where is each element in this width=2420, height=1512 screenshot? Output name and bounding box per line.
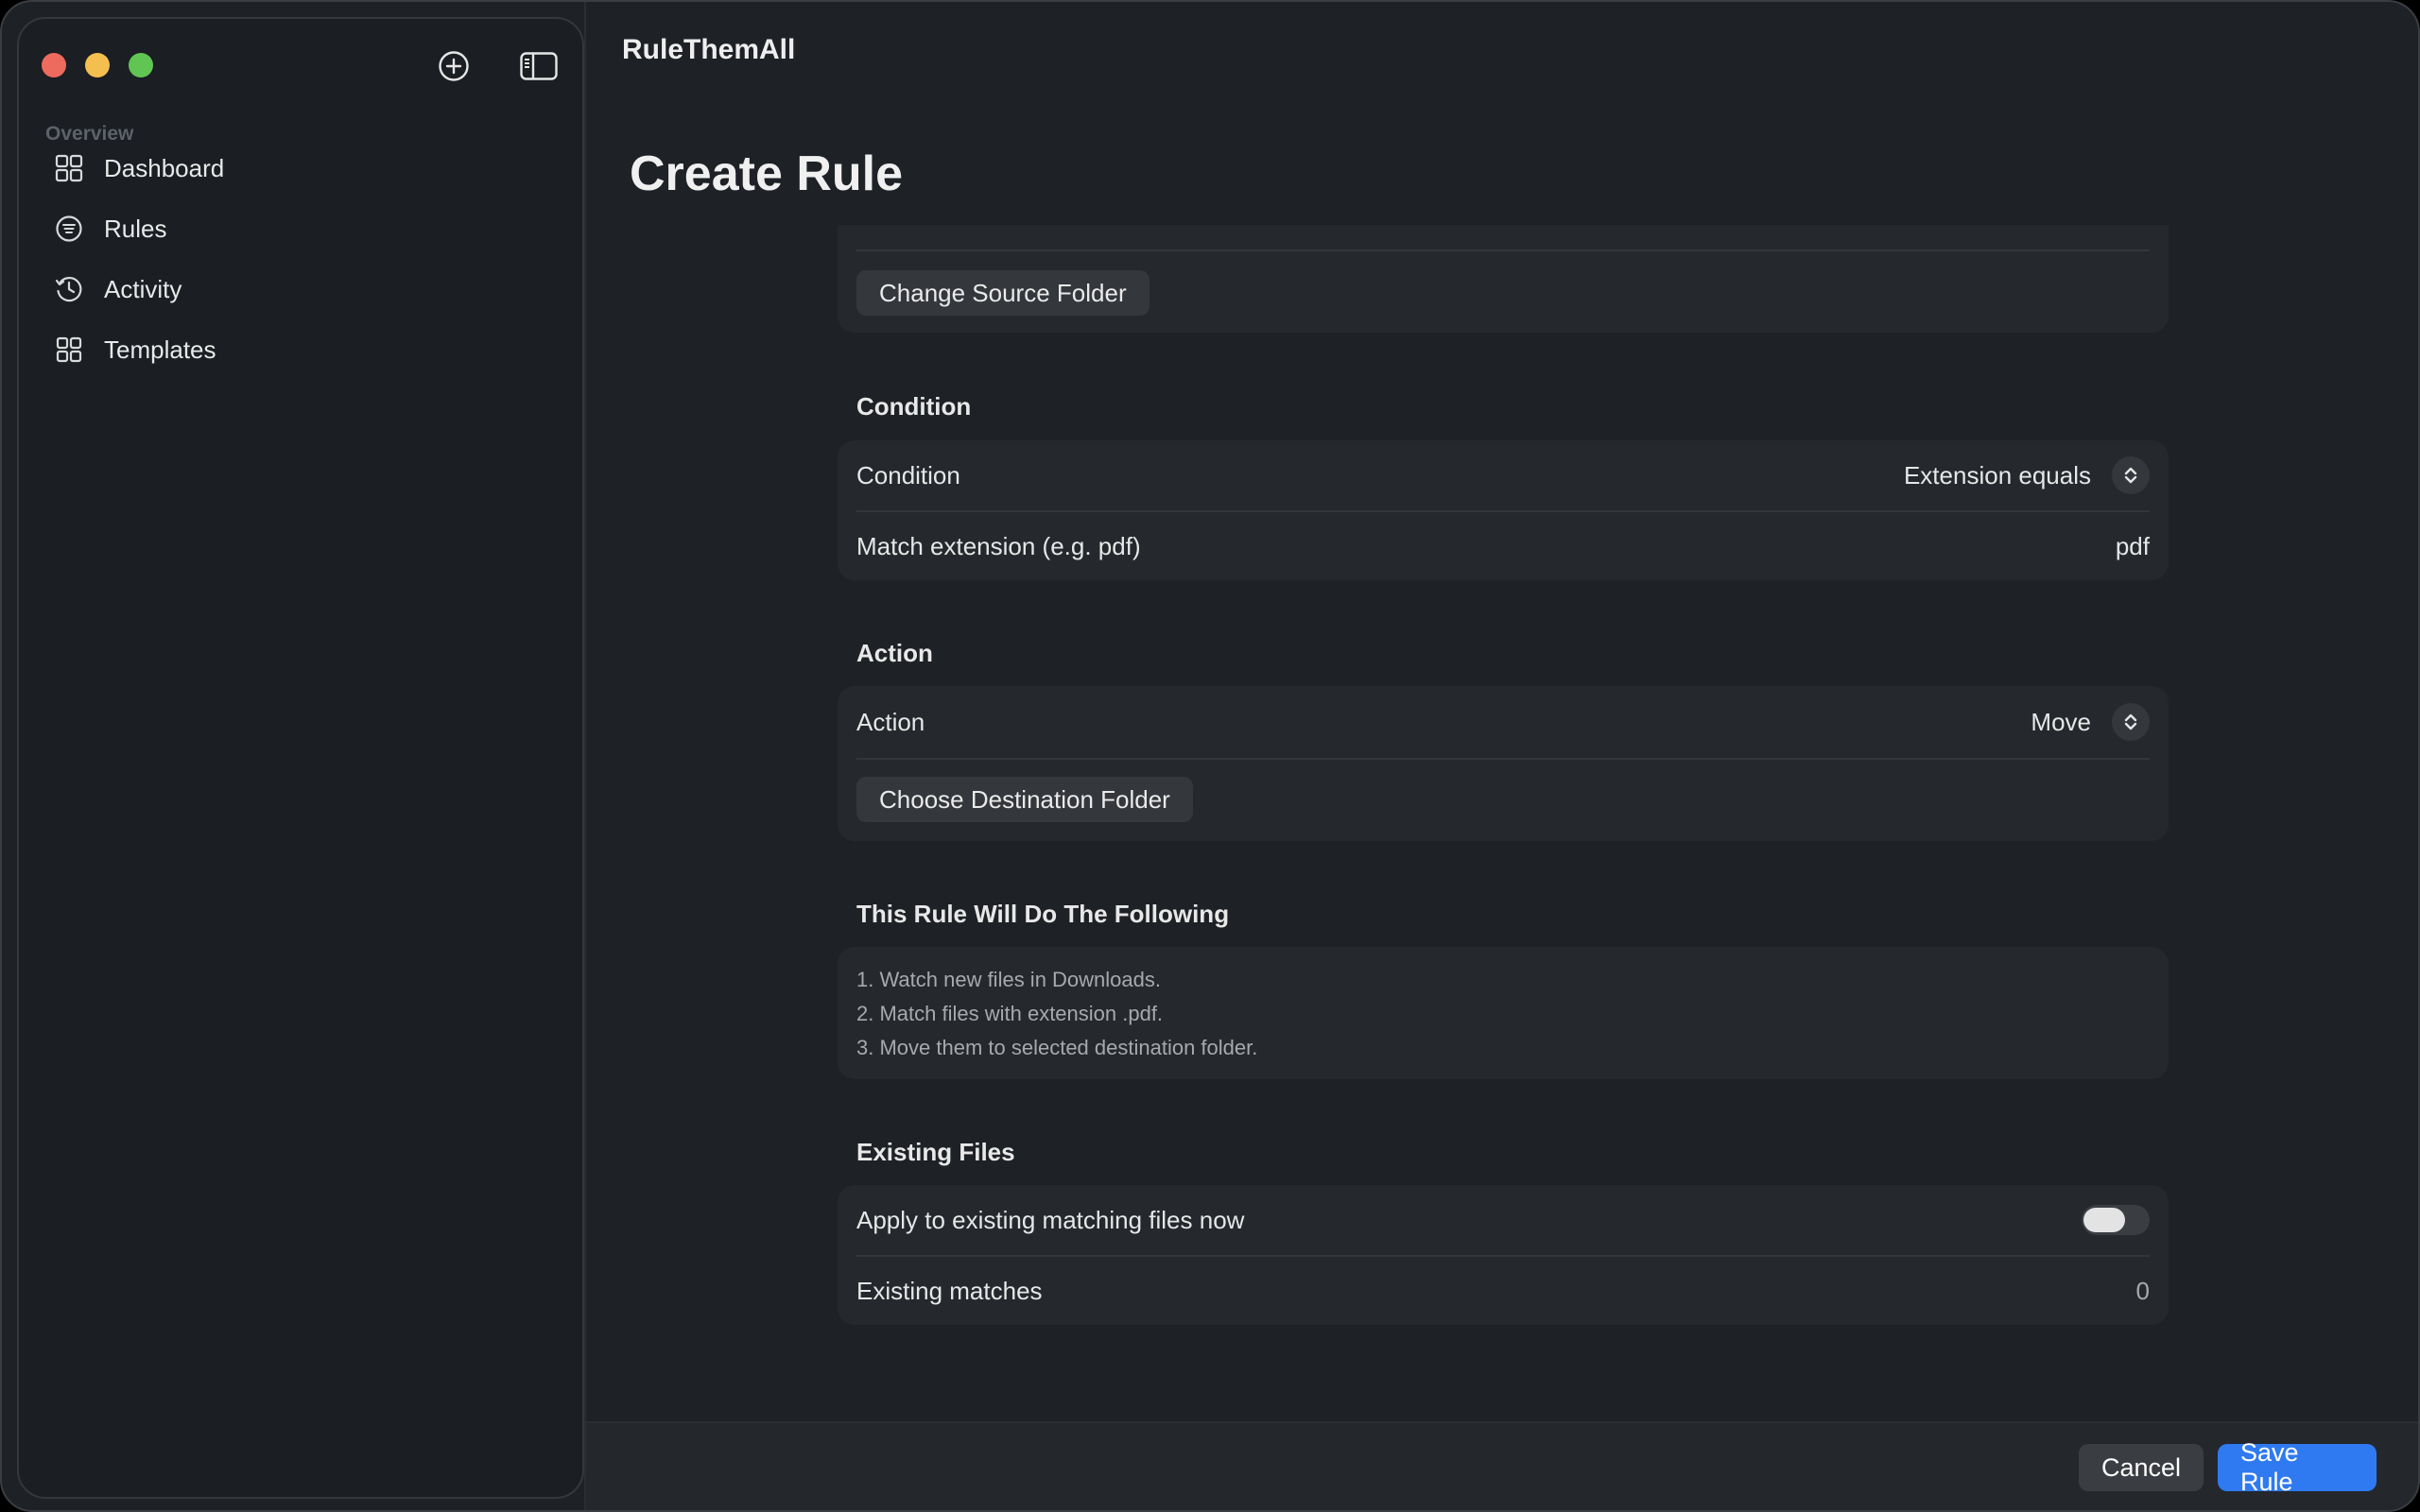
sidebar-item-dashboard[interactable]: Dashboard — [53, 146, 563, 191]
toggle-knob — [2083, 1208, 2125, 1232]
summary-line: 3. Move them to selected destination fol… — [856, 1036, 1258, 1059]
sidebar-item-label: Activity — [104, 274, 182, 303]
add-rule-button[interactable] — [435, 47, 473, 85]
zoom-window-button[interactable] — [129, 53, 153, 77]
save-rule-button[interactable]: Save Rule — [2218, 1438, 2377, 1496]
sidebar-item-label: Dashboard — [104, 153, 225, 182]
condition-label: Condition — [856, 460, 960, 490]
app-window: Overview Dashboard Rules Activity Templa… — [0, 0, 2420, 1512]
sidebar-item-label: Rules — [104, 214, 167, 243]
existing-matches-count: 0 — [2135, 1276, 2150, 1305]
action-label: Action — [856, 707, 925, 736]
existing-matches-label: Existing matches — [856, 1276, 1043, 1305]
close-window-button[interactable] — [42, 53, 66, 77]
chevron-up-down-icon[interactable] — [2112, 703, 2150, 741]
bottom-action-bar: Cancel Save Rule — [586, 1421, 2418, 1510]
action-value: Move — [2031, 707, 2091, 736]
summary-heading: This Rule Will Do The Following — [856, 900, 1230, 928]
toggle-sidebar-button[interactable] — [520, 47, 558, 85]
condition-heading: Condition — [856, 392, 972, 421]
action-heading: Action — [856, 639, 933, 667]
action-select[interactable]: Move — [2031, 703, 2150, 741]
apply-existing-row: Apply to existing matching files now — [856, 1185, 2150, 1255]
sidebar-item-rules[interactable]: Rules — [53, 206, 563, 251]
row-separator — [856, 758, 2150, 760]
apply-existing-toggle[interactable] — [2082, 1205, 2150, 1235]
source-panel: Change Source Folder — [838, 225, 2169, 333]
app-title: RuleThemAll — [622, 34, 796, 65]
plus-circle-icon — [439, 51, 469, 81]
apply-existing-label: Apply to existing matching files now — [856, 1205, 1245, 1234]
existing-matches-row: Existing matches 0 — [856, 1257, 2150, 1325]
sidebar-icon — [520, 52, 558, 80]
condition-select[interactable]: Extension equals — [1904, 456, 2150, 494]
sidebar: Overview Dashboard Rules Activity Templa… — [17, 17, 584, 1499]
sidebar-divider — [584, 2, 586, 1510]
choose-destination-folder-button[interactable]: Choose Destination Folder — [856, 777, 1193, 822]
history-clock-icon — [53, 273, 85, 305]
action-row: Action Move — [856, 686, 2150, 758]
condition-value: Extension equals — [1903, 460, 2091, 490]
existing-files-heading: Existing Files — [856, 1138, 1015, 1166]
match-extension-row: Match extension (e.g. pdf) pdf — [856, 512, 2150, 580]
match-extension-field[interactable]: pdf — [2116, 532, 2150, 561]
condition-row: Condition Extension equals — [856, 440, 2150, 510]
action-panel: Action Move Choose Destination Folder — [838, 686, 2169, 841]
cancel-button[interactable]: Cancel — [2079, 1444, 2204, 1491]
change-source-folder-button[interactable]: Change Source Folder — [856, 270, 1150, 316]
page-title: Create Rule — [630, 146, 903, 201]
grid-icon — [53, 152, 85, 184]
match-extension-label: Match extension (e.g. pdf) — [856, 531, 1141, 560]
list-circle-icon — [53, 213, 85, 245]
sidebar-section-title: Overview — [45, 123, 134, 145]
row-separator — [856, 249, 2150, 251]
sidebar-item-activity[interactable]: Activity — [53, 266, 563, 312]
existing-files-panel: Apply to existing matching files now Exi… — [838, 1185, 2169, 1325]
minimize-window-button[interactable] — [85, 53, 110, 77]
sidebar-item-label: Templates — [104, 335, 216, 364]
summary-line: 2. Match files with extension .pdf. — [856, 1002, 1164, 1025]
summary-line: 1. Watch new files in Downloads. — [856, 968, 1161, 991]
chevron-up-down-icon[interactable] — [2112, 456, 2150, 494]
sidebar-item-templates[interactable]: Templates — [53, 327, 563, 372]
grid-icon — [53, 334, 85, 366]
summary-panel: 1. Watch new files in Downloads. 2. Matc… — [838, 947, 2169, 1079]
condition-panel: Condition Extension equals Match extensi… — [838, 440, 2169, 580]
